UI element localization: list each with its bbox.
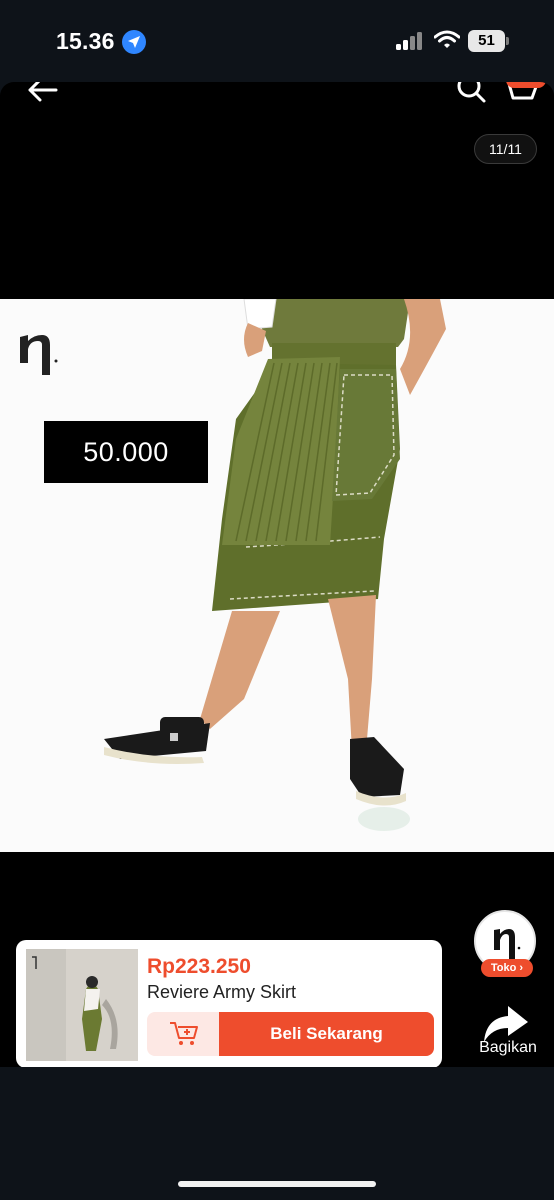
share-label[interactable]: Bagikan (472, 1039, 544, 1057)
status-time: 15.36 (56, 28, 115, 54)
product-price: Rp223.250 (147, 955, 251, 978)
shop-link-badge[interactable]: Toko › (481, 959, 533, 977)
buy-now-button[interactable]: Beli Sekarang (219, 1012, 434, 1056)
location-arrow-icon (122, 30, 146, 54)
home-indicator[interactable] (178, 1181, 376, 1187)
product-summary-card[interactable]: Rp223.250 Reviere Army Skirt Beli Sekara… (16, 940, 442, 1067)
share-icon[interactable] (480, 1004, 530, 1044)
status-bar: 15.36 51 (0, 0, 554, 82)
product-photo[interactable]: 50.000 (0, 299, 554, 852)
battery-level: 51 (468, 30, 505, 52)
model-illustration (0, 299, 554, 852)
price-overlay: 50.000 (44, 421, 208, 483)
product-image-viewer[interactable]: 11/11 50.000 Rp223.250 Reviere Army Skir… (0, 82, 554, 1067)
signal-icon (396, 32, 424, 50)
product-name: Reviere Army Skirt (147, 982, 297, 1002)
back-arrow-icon[interactable] (22, 82, 62, 108)
search-icon[interactable] (454, 82, 490, 108)
cart-plus-icon (170, 1022, 198, 1045)
product-thumbnail[interactable] (26, 949, 138, 1061)
wifi-icon (433, 30, 461, 55)
brand-logo (16, 325, 60, 377)
add-to-cart-button[interactable] (147, 1012, 219, 1056)
image-counter: 11/11 (474, 134, 537, 164)
battery-icon: 51 (468, 30, 510, 52)
cart-count-badge (506, 82, 546, 88)
